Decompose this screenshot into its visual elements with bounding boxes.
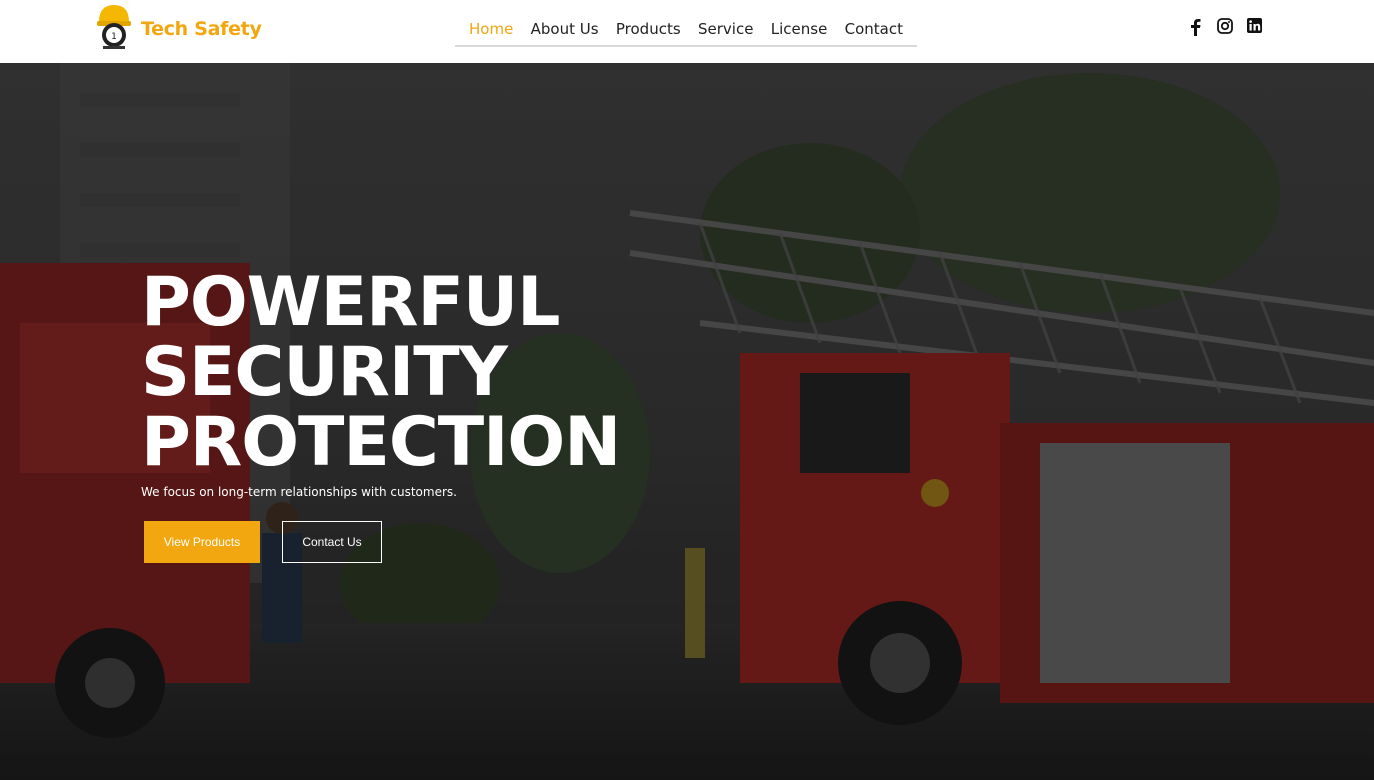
nav-license[interactable]: License [771,13,828,46]
hero-subtitle: We focus on long-term relationships with… [141,485,457,499]
instagram-icon[interactable] [1217,18,1233,34]
brand-name[interactable]: Tech Safety [141,18,262,40]
nav-about-us[interactable]: About Us [531,13,599,46]
nav-home[interactable]: Home [469,13,513,46]
svg-text:1: 1 [111,32,117,42]
facebook-icon[interactable] [1188,18,1202,36]
contact-us-button[interactable]: Contact Us [282,521,382,563]
view-products-button[interactable]: View Products [144,521,260,563]
nav-service[interactable]: Service [698,13,753,46]
hero-headline: POWERFUL SECURITY PROTECTION [141,263,621,482]
hero-headline-line-3: PROTECTION [141,403,621,482]
hero-headline-line-1: POWERFUL [141,263,560,342]
logo-icon[interactable]: 1 [95,2,133,50]
nav-products[interactable]: Products [616,13,681,46]
linkedin-icon[interactable] [1247,18,1262,33]
nav-contact[interactable]: Contact [845,13,903,46]
main-nav: Home About Us Products Service License C… [455,14,917,47]
hero-headline-line-2: SECURITY [141,333,508,412]
hero-section: POWERFUL SECURITY PROTECTION We focus on… [0,63,1374,780]
site-header: 1 Tech Safety Home About Us Products Ser… [0,0,1374,63]
